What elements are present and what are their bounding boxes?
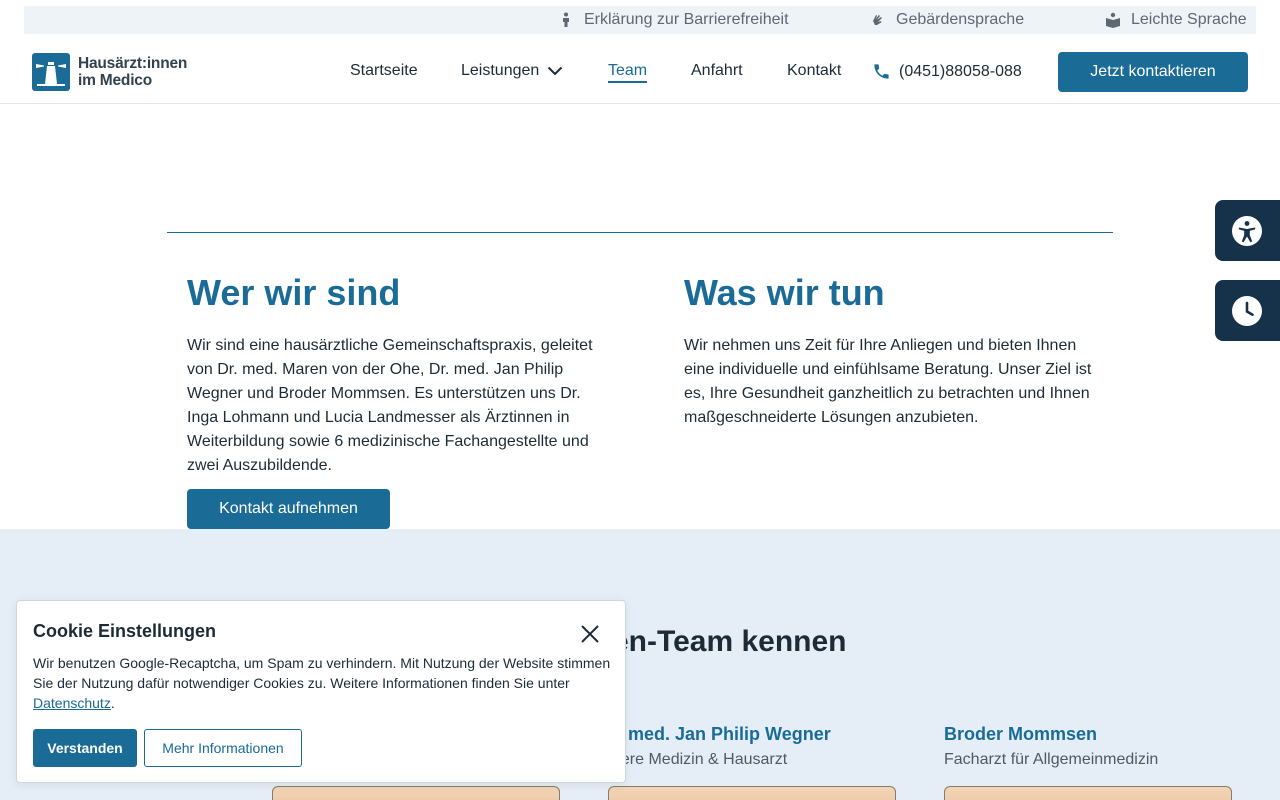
team-heading: en-Team kennen <box>612 625 847 658</box>
who-we-are-column: Wer wir sind Wir sind eine hausärztliche… <box>187 272 597 478</box>
sign-language-label: Gebärdensprache <box>896 11 1025 28</box>
team-member-name: Broder Mommsen <box>944 724 1098 744</box>
cookie-text-end: . <box>110 695 115 711</box>
team-member-photo <box>272 786 560 800</box>
more-info-button[interactable]: Mehr Informationen <box>144 729 302 767</box>
person-icon <box>563 12 569 27</box>
nav-team[interactable]: Team <box>608 62 648 83</box>
nav-leistungen-label: Leistungen <box>461 62 540 79</box>
team-member-role: Facharzt für Allgemeinmedizin <box>944 751 1159 768</box>
logo[interactable]: Hausärzt:innen im Medico <box>32 53 187 91</box>
nav-startseite[interactable]: Startseite <box>350 62 418 80</box>
logo-line-1: Hausärzt:innen <box>78 55 188 72</box>
team-member-photo <box>608 786 896 800</box>
cookie-text-body: Wir benutzen Google-Recaptcha, um Spam z… <box>33 655 611 691</box>
what-we-do-text: Wir nehmen uns Zeit für Ihre Anliegen un… <box>684 337 1092 426</box>
opening-hours-tab[interactable] <box>1215 280 1280 341</box>
sign-language-icon <box>873 15 882 25</box>
cookie-dialog: Cookie Einstellungen Wir benutzen Google… <box>16 600 626 783</box>
clock-icon <box>1232 295 1262 326</box>
close-icon <box>581 625 599 643</box>
team-member-name: r. med. Jan Philip Wegner <box>612 724 831 744</box>
team-member-role: nere Medizin & Hausarzt <box>612 751 788 768</box>
accessibility-statement-label: Erklärung zur Barrierefreiheit <box>584 11 789 28</box>
logo-text: Hausärzt:innen im Medico <box>78 55 187 89</box>
phone-icon <box>874 64 889 79</box>
site-header: Hausärzt:innen im Medico Startseite Leis… <box>0 40 1280 104</box>
nav-leistungen[interactable]: Leistungen <box>461 62 563 80</box>
logo-line-2: im Medico <box>78 72 152 89</box>
close-cookie-button[interactable] <box>579 623 601 645</box>
easy-language-icon <box>1106 12 1120 28</box>
nav-kontakt[interactable]: Kontakt <box>787 62 841 80</box>
phone-link[interactable]: (0451)88058-088 <box>872 62 1022 81</box>
utility-bar: Erklärung zur Barrierefreiheit Gebärdens… <box>24 6 1256 34</box>
contact-us-button[interactable]: Kontakt aufnehmen <box>187 489 390 529</box>
what-we-do-column: Was wir tun Wir nehmen uns Zeit für Ihre… <box>684 272 1094 430</box>
contact-now-button[interactable]: Jetzt kontaktieren <box>1058 52 1248 92</box>
who-we-are-title: Wer wir sind <box>187 272 401 313</box>
what-we-do-title: Was wir tun <box>684 272 885 313</box>
accessibility-icon <box>1232 215 1262 246</box>
easy-language-label: Leichte Sprache <box>1131 11 1247 28</box>
privacy-link[interactable]: Datenschutz <box>33 695 111 711</box>
section-divider <box>167 232 1113 233</box>
sign-language-link[interactable]: Gebärdensprache <box>870 6 1024 34</box>
cookie-text: Wir benutzen Google-Recaptcha, um Spam z… <box>33 653 613 713</box>
team-member-photo <box>944 786 1232 800</box>
accessibility-tab[interactable] <box>1215 200 1280 261</box>
chevron-down-icon <box>548 66 563 76</box>
easy-language-link[interactable]: Leichte Sprache <box>1105 6 1247 34</box>
lighthouse-logo-icon <box>32 53 70 91</box>
phone-number: (0451)88058-088 <box>899 62 1022 80</box>
accept-cookies-button[interactable]: Verstanden <box>33 729 137 767</box>
nav-anfahrt[interactable]: Anfahrt <box>691 62 743 80</box>
accessibility-statement-link[interactable]: Erklärung zur Barrierefreiheit <box>558 6 789 34</box>
who-we-are-text: Wir sind eine hausärztliche Gemeinschaft… <box>187 337 593 474</box>
cookie-title: Cookie Einstellungen <box>33 621 217 641</box>
